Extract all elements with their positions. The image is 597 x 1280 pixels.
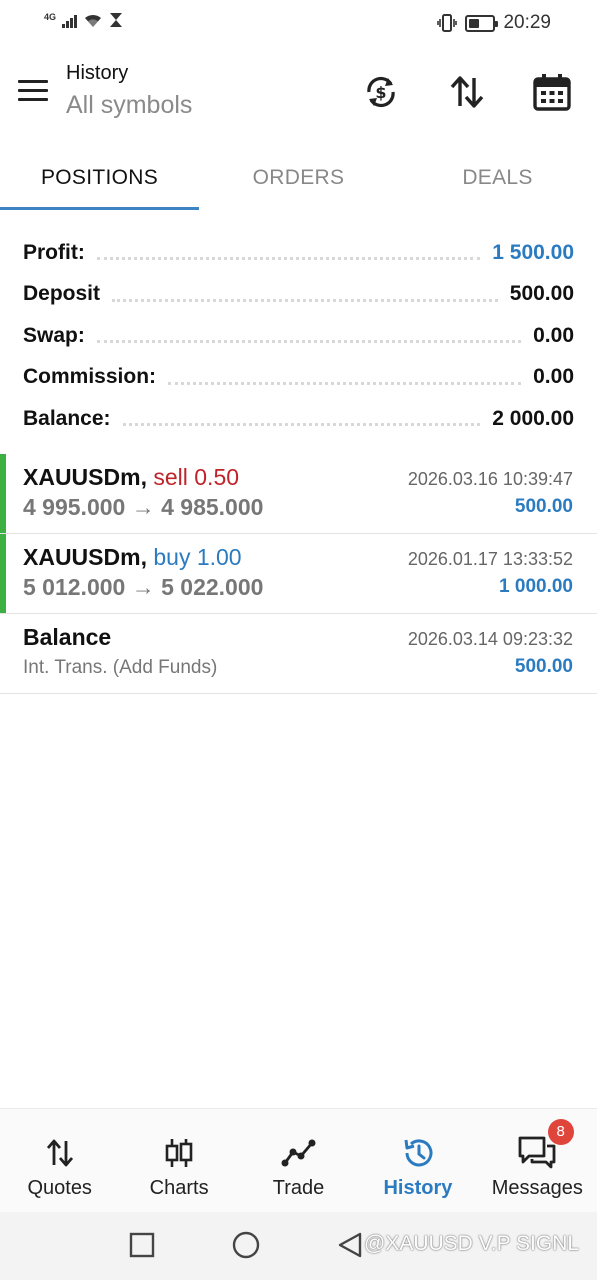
clock-time: 20:29 [503,12,551,33]
trade-type: sell 0.50 [153,464,240,490]
symbol-filter[interactable]: All symbols [66,91,192,120]
summary-row-commission: Commission: 0.00 [0,357,597,399]
summary-row-balance: Balance: 2 000.00 [0,398,597,440]
wifi-icon [83,12,103,28]
network-type: 4G [44,12,57,22]
trade-line-icon [279,1133,319,1173]
quotes-arrows-icon [40,1133,80,1173]
title-separator: , [140,544,147,570]
title-block[interactable]: History All symbols [66,62,192,120]
svg-text:$: $ [375,83,386,102]
balance-title: Balance [23,624,111,651]
summary-row-profit: Profit: 1 500.00 [0,232,597,274]
summary-row-deposit: Deposit 500.00 [0,274,597,316]
home-icon[interactable] [231,1230,261,1265]
trade-datetime: 2026.03.16 10:39:47 [407,469,573,489]
status-right: 20:29 [437,12,551,34]
title-separator: , [140,464,147,490]
page-title: History [66,62,129,84]
hourglass-icon [109,12,123,28]
price-range: 4 995.000 → 4 985.000 [23,494,264,520]
dotted-leader [96,257,481,261]
dotted-leader [168,381,522,385]
commission-value: 0.00 [533,365,574,389]
history-clock-icon [398,1133,438,1173]
battery-icon [465,14,499,32]
dotted-leader [96,340,522,344]
account-summary: Profit: 1 500.00 Deposit 500.00 Swap: 0.… [0,232,597,440]
status-bar: 4G 20:29 [0,0,597,46]
currency-exchange-icon[interactable]: $ [359,70,403,114]
nav-label: Trade [272,1177,325,1199]
trade-datetime: 2026.01.17 13:33:52 [407,549,573,569]
nav-quotes[interactable]: Quotes [0,1109,119,1212]
swap-value: 0.00 [533,323,574,347]
system-navigation: @XAUUSD V.P SIGNL [0,1212,597,1280]
status-left: 4G [44,12,123,28]
tab-deals[interactable]: DEALS [398,148,597,218]
balance-value: 2 000.00 [492,406,574,430]
trade-profit: 1 000.00 [499,576,573,597]
nav-messages[interactable]: 8 Messages [478,1109,597,1212]
symbol-name: XAUUSDm [23,544,141,570]
back-icon[interactable] [336,1231,364,1264]
nav-label: Quotes [27,1177,92,1199]
summary-row-swap: Swap: 0.00 [0,315,597,357]
nav-label: History [383,1177,453,1199]
menu-icon[interactable] [18,80,48,102]
history-list: XAUUSDm, sell 0.50 4 995.000 → 4 985.000… [0,454,597,694]
app-bar: History All symbols $ [0,50,597,138]
calendar-icon[interactable] [530,70,574,114]
summary-label: Commission: [23,365,157,389]
nav-label: Charts [149,1177,209,1199]
sort-icon[interactable] [445,70,489,114]
history-tabs: POSITIONS ORDERS DEALS [0,148,597,218]
trade-profit: 500.00 [514,656,573,677]
operation-comment: Int. Trans. (Add Funds) [23,657,218,678]
summary-label: Swap: [23,323,85,347]
candlestick-icon [159,1133,199,1173]
balance-row[interactable]: Balance Int. Trans. (Add Funds) 2026.03.… [0,614,597,694]
deposit-value: 500.00 [509,282,574,306]
trade-type: buy 1.00 [153,544,242,570]
position-title: XAUUSDm, buy 1.00 [23,544,242,571]
tab-positions[interactable]: POSITIONS [0,148,199,218]
summary-label: Balance: [23,406,111,430]
nav-charts[interactable]: Charts [119,1109,238,1212]
trade-datetime: 2026.03.14 09:23:32 [407,629,573,649]
position-title: XAUUSDm, sell 0.50 [23,464,239,491]
tab-orders[interactable]: ORDERS [199,148,398,218]
nav-trade[interactable]: Trade [239,1109,358,1212]
vibrate-icon [437,14,458,32]
trade-profit: 500.00 [514,496,573,517]
price-range: 5 012.000 → 5 022.000 [23,574,264,600]
bottom-navigation: Quotes Charts Trade History 8 Messages [0,1108,597,1212]
summary-label: Profit: [23,240,85,264]
signal-icon [62,12,78,28]
dotted-leader [112,298,498,302]
nav-history[interactable]: History [358,1109,477,1212]
operation-name: Balance [23,624,112,650]
position-row[interactable]: XAUUSDm, buy 1.00 5 012.000 → 5 022.000 … [0,534,597,614]
recent-apps-icon[interactable] [129,1232,155,1263]
watermark-text: @XAUUSD V.P SIGNL [364,1232,580,1255]
dotted-leader [122,423,481,427]
unread-badge: 8 [547,1119,574,1145]
summary-label: Deposit [23,282,101,306]
profit-value: 1 500.00 [492,240,574,264]
nav-label: Messages [491,1177,583,1199]
position-row[interactable]: XAUUSDm, sell 0.50 4 995.000 → 4 985.000… [0,454,597,534]
symbol-name: XAUUSDm [23,464,141,490]
